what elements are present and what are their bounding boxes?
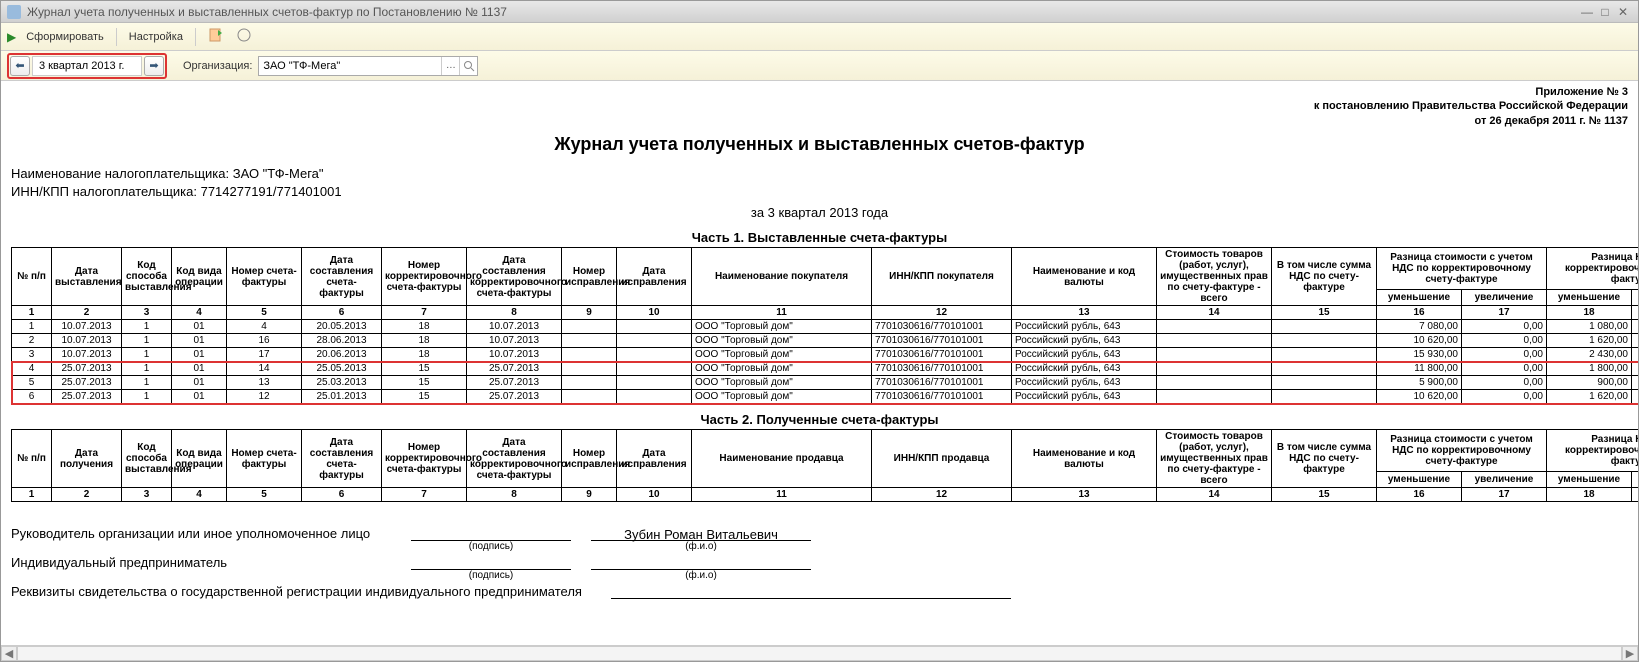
ip-signature-line: (подпись) bbox=[411, 556, 571, 570]
col-num: 14 bbox=[1157, 306, 1272, 320]
col-num: 19 bbox=[1632, 306, 1639, 320]
col-num: 2 bbox=[52, 306, 122, 320]
play-icon: ▶ bbox=[7, 30, 16, 44]
col-num: 7 bbox=[382, 306, 467, 320]
part2-title: Часть 2. Полученные счета-фактуры bbox=[11, 412, 1628, 427]
period-field[interactable]: 3 квартал 2013 г. bbox=[32, 56, 142, 76]
col-num: 18 bbox=[1547, 306, 1632, 320]
signatures-block: Руководитель организации или иное уполно… bbox=[11, 526, 1628, 599]
col-num: 8 bbox=[467, 306, 562, 320]
org-input[interactable] bbox=[259, 57, 441, 75]
report-period: за 3 квартал 2013 года bbox=[11, 205, 1628, 220]
toolbar-sep bbox=[195, 28, 196, 46]
col-num: 2 bbox=[52, 488, 122, 502]
col-num: 6 bbox=[302, 306, 382, 320]
col-num: 10 bbox=[617, 306, 692, 320]
col-num: 17 bbox=[1462, 488, 1547, 502]
col-num: 12 bbox=[872, 306, 1012, 320]
col-num: 9 bbox=[562, 306, 617, 320]
col-num: 1 bbox=[12, 306, 52, 320]
toolbar: ▶ Сформировать Настройка bbox=[1, 23, 1638, 51]
col-num: 14 bbox=[1157, 488, 1272, 502]
col-num: 5 bbox=[227, 306, 302, 320]
col-num: 16 bbox=[1377, 306, 1462, 320]
table-row[interactable]: 425.07.20131011425.05.20131525.07.2013ОО… bbox=[12, 362, 1639, 376]
ip-signature-label: Индивидуальный предприниматель bbox=[11, 555, 391, 570]
col-num: 9 bbox=[562, 488, 617, 502]
col-num: 11 bbox=[692, 488, 872, 502]
org-label: Организация: bbox=[183, 60, 252, 72]
col-num: 7 bbox=[382, 488, 467, 502]
org-field[interactable]: … bbox=[258, 56, 478, 76]
col-num: 4 bbox=[172, 488, 227, 502]
maximize-button[interactable]: □ bbox=[1596, 5, 1614, 19]
h-scrollbar[interactable]: ◀ ▶ bbox=[1, 645, 1638, 661]
table-row[interactable]: 625.07.20131011225.01.20131525.07.2013ОО… bbox=[12, 390, 1639, 404]
col-num: 6 bbox=[302, 488, 382, 502]
head-name-line: Зубин Роман Витальевич (ф.и.о) bbox=[591, 527, 811, 541]
scroll-right-button[interactable]: ▶ bbox=[1622, 646, 1638, 661]
org-ellipsis-button[interactable]: … bbox=[441, 57, 459, 75]
settings-button[interactable]: Настройка bbox=[125, 29, 187, 45]
toolbar-sep bbox=[116, 28, 117, 46]
minimize-button[interactable]: — bbox=[1578, 5, 1596, 19]
col-num: 12 bbox=[872, 488, 1012, 502]
part1-table: № п/п Дата выставления Код способа выста… bbox=[11, 247, 1638, 404]
col-num: 13 bbox=[1012, 488, 1157, 502]
head-signature-label: Руководитель организации или иное уполно… bbox=[11, 526, 391, 541]
period-group-highlighted: ⬅ 3 квартал 2013 г. ➡ bbox=[7, 53, 167, 79]
period-prev-button[interactable]: ⬅ bbox=[10, 56, 30, 76]
table-row[interactable]: 210.07.20131011628.06.20131810.07.2013ОО… bbox=[12, 334, 1639, 348]
cert-label: Реквизиты свидетельства о государственно… bbox=[11, 584, 591, 599]
table-row[interactable]: 310.07.20131011720.06.20131810.07.2013ОО… bbox=[12, 348, 1639, 362]
taxpayer-block: Наименование налогоплательщика: ЗАО "ТФ-… bbox=[11, 165, 1628, 201]
app-icon bbox=[7, 5, 21, 19]
col-num: 3 bbox=[122, 488, 172, 502]
toolbar-action-2[interactable] bbox=[232, 25, 256, 48]
col-num: 15 bbox=[1272, 488, 1377, 502]
col-num: 4 bbox=[172, 306, 227, 320]
scroll-track[interactable] bbox=[17, 646, 1622, 661]
cert-line bbox=[611, 585, 1011, 599]
table-row[interactable]: 110.07.2013101420.05.20131810.07.2013ООО… bbox=[12, 320, 1639, 334]
appendix-block: Приложение № 3 к постановлению Правитель… bbox=[11, 85, 1628, 128]
col-num: 5 bbox=[227, 488, 302, 502]
col-num: 11 bbox=[692, 306, 872, 320]
col-num: 15 bbox=[1272, 306, 1377, 320]
col-num: 1 bbox=[12, 488, 52, 502]
part2-table: № п/п Дата получения Код способа выставл… bbox=[11, 429, 1638, 502]
col-num: 10 bbox=[617, 488, 692, 502]
col-num: 8 bbox=[467, 488, 562, 502]
titlebar: Журнал учета полученных и выставленных с… bbox=[1, 1, 1638, 23]
head-signature-line: (подпись) bbox=[411, 527, 571, 541]
scroll-left-button[interactable]: ◀ bbox=[1, 646, 17, 661]
report-title: Журнал учета полученных и выставленных с… bbox=[11, 134, 1628, 155]
col-num: 3 bbox=[122, 306, 172, 320]
col-num: 13 bbox=[1012, 306, 1157, 320]
col-num: 16 bbox=[1377, 488, 1462, 502]
filterbar: ⬅ 3 квартал 2013 г. ➡ Организация: … bbox=[1, 51, 1638, 81]
period-next-button[interactable]: ➡ bbox=[144, 56, 164, 76]
col-num: 19 bbox=[1632, 488, 1639, 502]
app-window: Журнал учета полученных и выставленных с… bbox=[0, 0, 1639, 662]
table-row[interactable]: 525.07.20131011325.03.20131525.07.2013ОО… bbox=[12, 376, 1639, 390]
col-num: 18 bbox=[1547, 488, 1632, 502]
toolbar-action-1[interactable] bbox=[204, 25, 228, 48]
part1-title: Часть 1. Выставленные счета-фактуры bbox=[11, 230, 1628, 245]
ip-name-line: (ф.и.о) bbox=[591, 556, 811, 570]
report-content: Приложение № 3 к постановлению Правитель… bbox=[1, 81, 1638, 645]
window-title: Журнал учета полученных и выставленных с… bbox=[27, 5, 507, 19]
form-button[interactable]: Сформировать bbox=[22, 29, 108, 45]
col-num: 17 bbox=[1462, 306, 1547, 320]
org-search-button[interactable] bbox=[459, 57, 477, 75]
close-button[interactable]: ✕ bbox=[1614, 5, 1632, 19]
